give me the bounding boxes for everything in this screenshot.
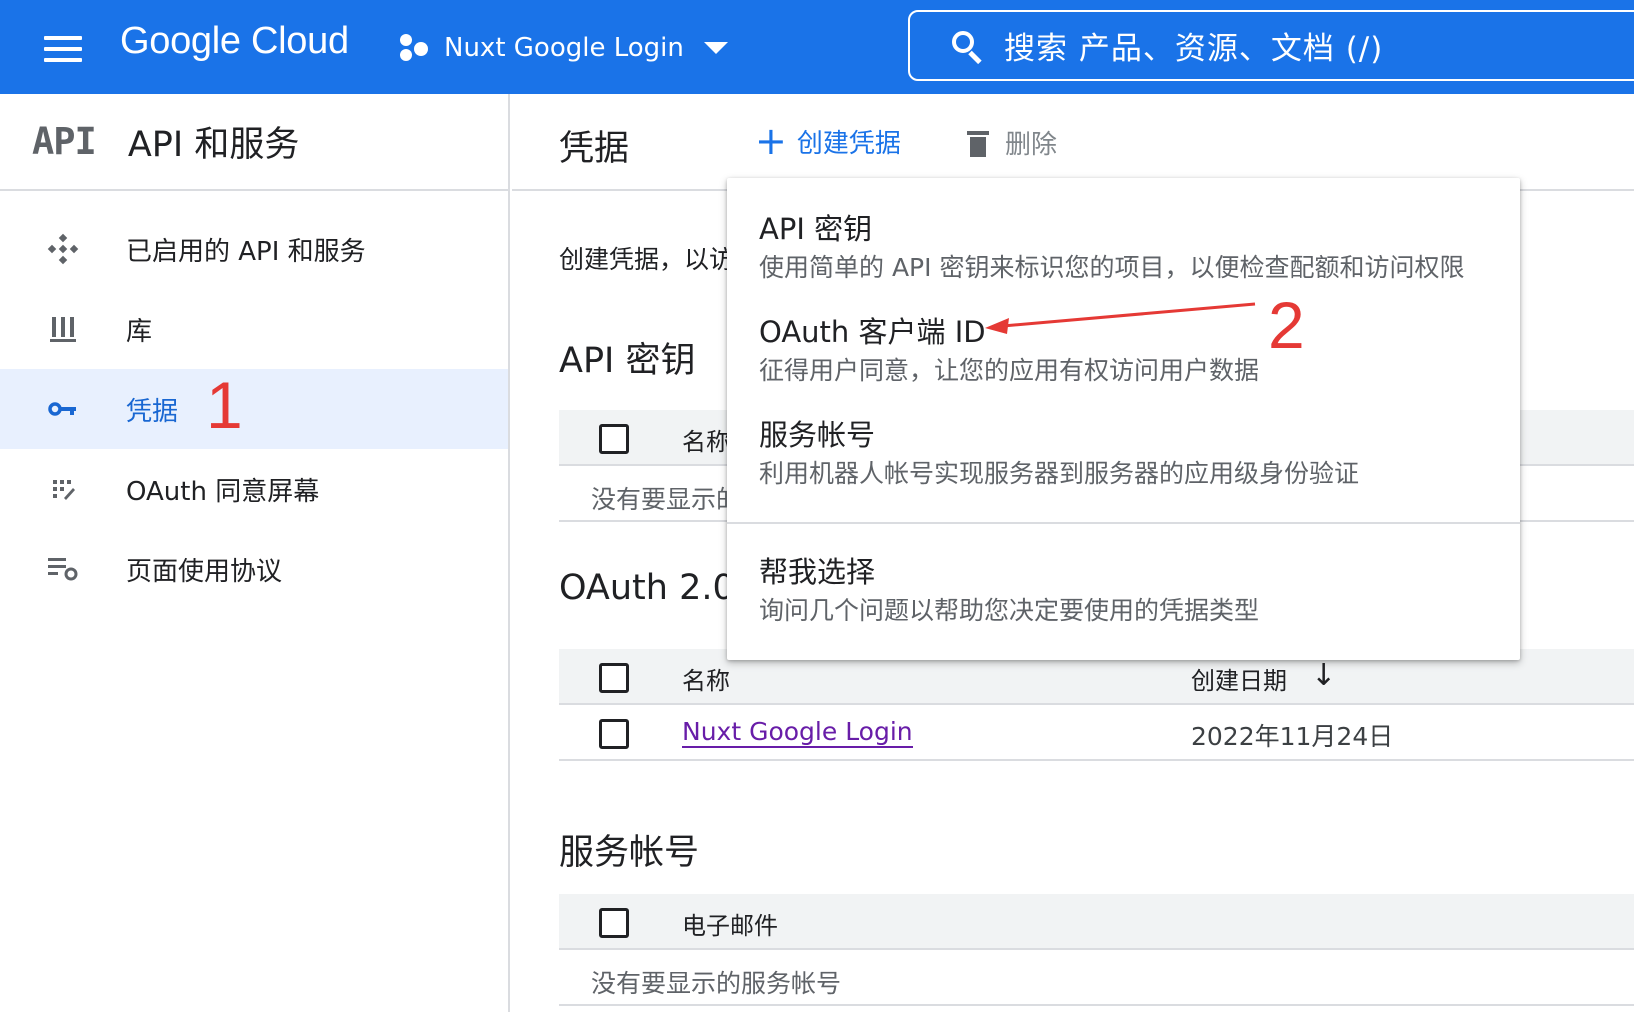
select-all-checkbox[interactable] [599, 663, 629, 693]
table-row: Nuxt Google Login 2022年11月24日 [559, 705, 1634, 761]
sidebar-item-label: 已启用的 API 和服务 [126, 236, 366, 267]
empty-row: 没有要显示的服务帐号 [559, 950, 1634, 1006]
sidebar-header: API API 和服务 [0, 94, 508, 191]
apis-icon [46, 232, 80, 266]
page-title: 凭据 [559, 129, 630, 169]
page-header: 凭据 + 创建凭据 删除 [512, 94, 1634, 191]
table-header: 电子邮件 [559, 894, 1634, 950]
project-icon [400, 34, 428, 62]
create-credentials-button[interactable]: + 创建凭据 [755, 122, 901, 160]
search-input[interactable]: 搜索 产品、资源、文档 (/) [908, 10, 1634, 81]
arrow-down-icon[interactable]: ↓ [1311, 661, 1336, 691]
menu-icon[interactable] [44, 36, 82, 62]
top-app-bar: Google Cloud Nuxt Google Login 搜索 产品、资源、… [0, 0, 1634, 94]
create-credentials-label: 创建凭据 [796, 128, 901, 159]
column-header-date[interactable]: 创建日期 [1191, 661, 1287, 696]
sidebar-item-label: OAuth 同意屏幕 [126, 476, 320, 507]
plus-icon: + [755, 119, 787, 163]
search-icon [950, 29, 984, 64]
menu-item-title: API 密钥 [759, 212, 873, 246]
trash-icon [967, 129, 989, 157]
project-name: Nuxt Google Login [444, 33, 684, 63]
column-header-name[interactable]: 名称 [682, 422, 730, 457]
consent-icon [46, 472, 80, 506]
sidebar-item-label: 页面使用协议 [126, 556, 283, 587]
menu-item-api-key[interactable]: API 密钥 使用简单的 API 密钥来标识您的项目，以便检查配额和访问权限 [727, 180, 1520, 282]
oauth-clients-table: 名称 创建日期 ↓ Nuxt Google Login 2022年11月24日 [559, 649, 1634, 761]
menu-item-title: 服务帐号 [759, 418, 876, 452]
menu-item-title: 帮我选择 [759, 555, 876, 589]
sidebar-item-credentials[interactable]: 凭据 [0, 369, 508, 449]
settings-list-icon [46, 552, 80, 586]
intro-text: 创建凭据，以访 [559, 245, 735, 274]
sidebar-title: API 和服务 [127, 125, 300, 165]
api-logo-icon: API [32, 120, 97, 163]
service-accounts-title: 服务帐号 [559, 833, 700, 873]
column-header-name[interactable]: 名称 [682, 661, 730, 696]
empty-message: 没有要显示的服务帐号 [591, 969, 842, 998]
sidebar-item-enabled-apis[interactable]: 已启用的 API 和服务 [0, 209, 508, 289]
menu-item-description: 利用机器人帐号实现服务器到服务器的应用级身份验证 [759, 459, 1360, 488]
sidebar: API API 和服务 已启用的 API 和服务 库 凭据 OAuth 同意屏幕… [0, 94, 510, 1012]
annotation-step-1: 1 [206, 368, 243, 442]
google-cloud-logo[interactable]: Google Cloud [120, 20, 349, 63]
select-all-checkbox[interactable] [599, 908, 629, 938]
menu-item-description: 征得用户同意，让您的应用有权访问用户数据 [759, 356, 1260, 385]
annotation-step-2: 2 [1268, 288, 1305, 362]
sidebar-item-library[interactable]: 库 [0, 289, 508, 369]
key-icon [46, 392, 80, 426]
library-icon [46, 312, 80, 346]
oauth-client-link[interactable]: Nuxt Google Login [682, 717, 913, 748]
chevron-down-icon [703, 42, 728, 54]
sidebar-item-label: 库 [126, 316, 153, 347]
delete-label: 删除 [1005, 130, 1058, 160]
sidebar-item-oauth-consent[interactable]: OAuth 同意屏幕 [0, 449, 508, 529]
menu-item-description: 使用简单的 API 密钥来标识您的项目，以便检查配额和访问权限 [759, 253, 1465, 282]
sidebar-item-page-usage[interactable]: 页面使用协议 [0, 529, 508, 609]
select-all-checkbox[interactable] [599, 424, 629, 454]
sidebar-nav: 已启用的 API 和服务 库 凭据 OAuth 同意屏幕 页面使用协议 [0, 209, 508, 609]
project-selector[interactable]: Nuxt Google Login [400, 30, 728, 66]
delete-button[interactable]: 删除 [967, 124, 1057, 161]
menu-item-service-account[interactable]: 服务帐号 利用机器人帐号实现服务器到服务器的应用级身份验证 [727, 386, 1520, 488]
oauth-title: OAuth 2.0 [559, 568, 735, 608]
sidebar-item-label: 凭据 [126, 396, 179, 427]
column-header-email[interactable]: 电子邮件 [682, 906, 778, 941]
api-keys-title: API 密钥 [559, 341, 696, 381]
menu-item-title: OAuth 客户端 ID [759, 315, 986, 349]
empty-message: 没有要显示的 [591, 485, 742, 514]
row-checkbox[interactable] [599, 719, 629, 749]
menu-item-description: 询问几个问题以帮助您决定要使用的凭据类型 [759, 596, 1260, 625]
create-credentials-menu: API 密钥 使用简单的 API 密钥来标识您的项目，以便检查配额和访问权限 O… [727, 178, 1520, 660]
creation-date: 2022年11月24日 [1191, 722, 1394, 751]
search-placeholder: 搜索 产品、资源、文档 (/) [1004, 31, 1384, 67]
menu-item-help-me-choose[interactable]: 帮我选择 询问几个问题以帮助您决定要使用的凭据类型 [727, 523, 1520, 625]
annotation-arrow [985, 302, 1256, 334]
service-accounts-table: 电子邮件 没有要显示的服务帐号 [559, 894, 1634, 1006]
